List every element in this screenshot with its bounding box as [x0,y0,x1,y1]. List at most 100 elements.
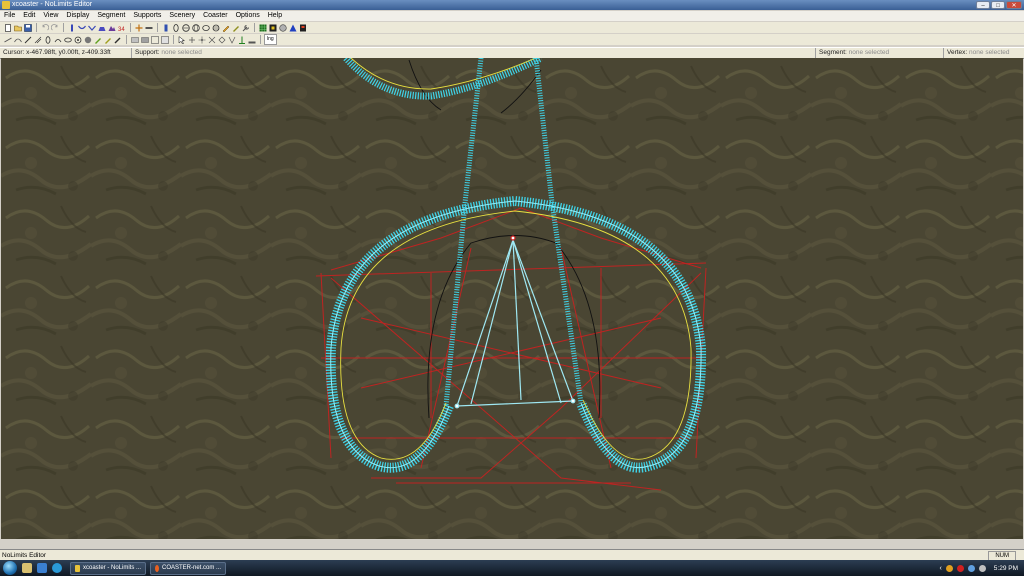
cursor-value: x-467.98ft, y0.00ft, z-409.33ft [26,49,111,56]
menu-help[interactable]: Help [264,11,286,21]
menu-edit[interactable]: Edit [19,11,39,21]
track-dip-icon[interactable] [77,23,86,32]
show-desktop-icon[interactable] [22,563,32,573]
add-vertex-icon[interactable] [187,35,196,44]
view-cylinder-icon[interactable] [201,23,210,32]
toolbar-separator [260,35,261,44]
move-cross-icon[interactable] [134,23,143,32]
toolbar-separator [63,23,64,32]
window-title: xcoaster - NoLimits Editor [12,1,93,8]
svg-text:34: 34 [118,27,125,32]
menu-view[interactable]: View [39,11,62,21]
menu-file[interactable]: File [0,11,19,21]
main-toolbar: 34 [0,22,1024,33]
cursor-arrow-icon[interactable] [177,35,186,44]
nolimits-app-icon [75,564,80,572]
tool-icon[interactable] [113,35,122,44]
menu-supports[interactable]: Supports [129,11,165,21]
tray-expand-chevron[interactable]: ‹ [939,565,941,572]
taskbar-button-browser[interactable]: COASTER-net.com ... [150,561,226,575]
menu-options[interactable]: Options [232,11,264,21]
support-value: none selected [161,49,202,56]
view-globe-icon[interactable] [191,23,200,32]
view-front-icon[interactable] [161,23,170,32]
system-tray: ‹ 5:29 PM [939,560,1024,576]
menu-coaster[interactable]: Coaster [199,11,232,21]
brush-icon[interactable] [231,23,240,32]
maximize-button[interactable]: □ [991,1,1005,9]
menu-segment[interactable]: Segment [93,11,129,21]
exit-door-icon[interactable] [298,23,307,32]
lng-button[interactable]: lng [264,34,277,45]
cursor-label: Cursor: [3,49,25,56]
cylinder-icon[interactable] [43,35,52,44]
disc-icon[interactable] [83,35,92,44]
segment-label: Segment: [819,49,847,56]
undo-icon[interactable] [40,23,49,32]
new-file-icon[interactable] [3,23,12,32]
twist-icon[interactable] [63,35,72,44]
flag-34-icon[interactable]: 34 [117,23,126,32]
volume-icon[interactable] [978,564,986,572]
ground-icon[interactable] [247,35,256,44]
tray-alert-icon[interactable] [956,564,964,572]
menu-scenery[interactable]: Scenery [165,11,199,21]
save-icon[interactable] [23,23,32,32]
open-folder-icon[interactable] [13,23,22,32]
globe-icon[interactable] [278,23,287,32]
warning-triangle-icon[interactable] [288,23,297,32]
app-icon [2,1,10,9]
segment-curve-icon[interactable] [13,35,22,44]
rail-icon[interactable] [144,23,153,32]
select-box-icon[interactable] [150,35,159,44]
support-icon[interactable] [237,35,246,44]
toolbar-separator [157,23,158,32]
split-vertex-icon[interactable] [217,35,226,44]
rotate-vertex-icon[interactable] [207,35,216,44]
camera-icon[interactable] [268,23,277,32]
ruler-icon[interactable] [23,35,32,44]
vertex-field: Vertex: none selected [944,48,1024,58]
ruler-alt-icon[interactable] [33,35,42,44]
select-box-alt-icon[interactable] [160,35,169,44]
pencil-icon[interactable] [221,23,230,32]
viewport-canvas[interactable] [1,58,1023,539]
grid-icon[interactable] [258,23,267,32]
browser-app-icon [155,564,159,572]
pencil-edit-icon[interactable] [93,35,102,44]
internet-explorer-icon[interactable] [52,563,62,573]
track-valley-icon[interactable] [87,23,96,32]
redo-icon[interactable] [50,23,59,32]
menu-display[interactable]: Display [62,11,93,21]
taskbar: xcoaster - NoLimits ... COASTER-net.com … [0,560,1024,576]
toolbar-separator [126,35,127,44]
vertical-track-icon[interactable] [67,23,76,32]
bank-icon[interactable] [53,35,62,44]
support-field: Support: none selected [132,48,816,58]
view-ring-icon[interactable] [171,23,180,32]
taskbar-button-nolimits[interactable]: xcoaster - NoLimits ... [70,561,146,575]
editor-viewport[interactable] [1,58,1023,539]
move-vertex-icon[interactable] [197,35,206,44]
quick-launch-folder-icon[interactable] [37,563,47,573]
layer-icon[interactable] [130,35,139,44]
view-sphere-icon[interactable] [181,23,190,32]
wrench-icon[interactable] [241,23,250,32]
network-icon[interactable] [967,564,975,572]
taskbar-clock[interactable]: 5:29 PM [994,565,1018,572]
tray-app-icon[interactable] [945,564,953,572]
layer-alt-icon[interactable] [140,35,149,44]
toolbar-separator [254,23,255,32]
ground-terrain [1,58,1023,539]
wheel-icon[interactable] [73,35,82,44]
terrain-icon[interactable] [107,23,116,32]
join-vertex-icon[interactable] [227,35,236,44]
paint-icon[interactable] [103,35,112,44]
station-icon[interactable] [97,23,106,32]
edit-toolbar: lng [0,34,1024,45]
close-button[interactable]: ✕ [1006,1,1022,9]
start-button[interactable] [3,561,17,575]
segment-straight-icon[interactable] [3,35,12,44]
view-stack-icon[interactable] [211,23,220,32]
minimize-button[interactable]: – [976,1,990,9]
